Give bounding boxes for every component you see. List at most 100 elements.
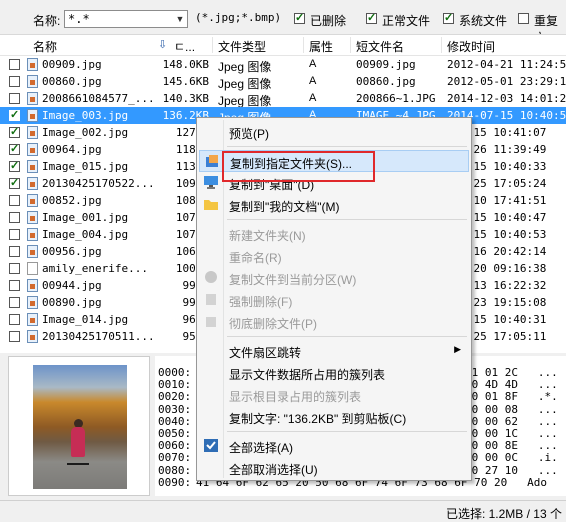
menu-item-label: 全部选择(A)	[229, 441, 293, 455]
image-file-icon	[27, 109, 38, 122]
file-name: Image_015.jpg	[42, 160, 129, 173]
row-checkbox[interactable]	[9, 263, 20, 274]
menu-item[interactable]: 强制删除(F)	[199, 289, 469, 311]
image-file-icon	[27, 296, 38, 309]
row-checkbox[interactable]	[9, 280, 20, 291]
hex-offset: 0040:	[158, 414, 192, 428]
menu-item[interactable]: 新建文件夹(N)	[199, 223, 469, 245]
copy-partition-icon	[204, 271, 218, 284]
file-name: 00944.jpg	[42, 279, 102, 292]
menu-item[interactable]: 复制文件到当前分区(W)	[199, 267, 469, 289]
copy-to-folder-icon	[205, 155, 219, 168]
hex-bytes: 00 4D 4D ...	[465, 378, 558, 392]
image-preview	[8, 356, 150, 496]
table-row[interactable]: 2008661084577_... 140.3KB Jpeg 图像 A 200866~1…	[0, 90, 566, 108]
menu-separator	[227, 431, 467, 432]
image-file-icon	[27, 313, 38, 326]
table-row[interactable]: 00860.jpg 145.6KB Jpeg 图像 A 00860.jpg 2012-05…	[0, 73, 566, 91]
image-file-icon	[27, 228, 38, 241]
hex-bytes: 00 27 10 ...	[465, 463, 558, 477]
hex-bytes: 00 00 0C .i.	[465, 451, 558, 465]
row-checkbox[interactable]	[9, 59, 20, 70]
filter-bar: 名称: *.* ▼ (*.jpg;*.bmp) 已删除 正常文件 系统文件 重复…	[0, 0, 566, 45]
system-files-label: 系统文件	[459, 14, 508, 28]
menu-item[interactable]: 全部取消选择(U)	[199, 457, 469, 479]
file-short-name: 00909.jpg	[356, 58, 416, 71]
image-file-icon	[27, 245, 38, 258]
row-checkbox[interactable]	[9, 76, 20, 87]
menu-item-label: 复制文字: "136.2KB" 到剪贴板(C)	[229, 412, 407, 426]
menu-item[interactable]: 显示根目录占用的簇列表	[199, 384, 469, 406]
row-checkbox[interactable]	[9, 331, 20, 342]
column-type[interactable]: 文件类型	[218, 38, 266, 55]
menu-item[interactable]: 重命名(R)	[199, 245, 469, 267]
hex-offset: 0090:	[158, 475, 192, 489]
menu-item[interactable]: 彻底删除文件(P)	[199, 311, 469, 333]
file-attr: A	[309, 92, 317, 104]
menu-item-label: 复制文件到当前分区(W)	[229, 273, 357, 287]
table-row[interactable]: 00909.jpg 148.0KB Jpeg 图像 A 00909.jpg 2012-04…	[0, 56, 566, 74]
menu-separator	[227, 219, 467, 220]
column-short-name[interactable]: 短文件名	[356, 38, 404, 55]
row-checkbox[interactable]	[9, 212, 20, 223]
menu-item[interactable]: 复制到"我的文档"(M)	[199, 194, 469, 216]
row-checkbox[interactable]	[9, 297, 20, 308]
hex-offset: 0060:	[158, 439, 192, 453]
file-name: 00860.jpg	[42, 75, 102, 88]
column-attr[interactable]: 属性	[309, 38, 333, 55]
column-name[interactable]: 名称	[33, 38, 57, 55]
status-bar: 已选择: 1.2MB / 13 个	[0, 500, 566, 522]
file-short-name: 00860.jpg	[356, 75, 416, 88]
hex-offset: 0000:	[158, 366, 192, 379]
row-checkbox[interactable]	[9, 142, 20, 155]
row-checkbox[interactable]	[9, 159, 20, 172]
column-modified[interactable]: 修改时间	[447, 38, 495, 55]
deleted-checkbox[interactable]	[294, 11, 305, 24]
system-files-checkbox[interactable]	[443, 11, 454, 24]
row-checkbox[interactable]	[9, 246, 20, 257]
file-name: Image_004.jpg	[42, 228, 129, 241]
name-filter-input[interactable]: *.* ▼	[64, 10, 188, 28]
row-checkbox[interactable]	[9, 125, 20, 138]
hex-bytes: 00 00 1C ...	[465, 427, 558, 440]
menu-item-label: 显示文件数据所占用的簇列表	[229, 368, 386, 382]
duplicate-files-checkbox[interactable]	[518, 13, 529, 24]
chevron-down-icon[interactable]: ▼	[175, 13, 185, 25]
image-file-icon	[27, 75, 38, 88]
menu-item-label: 复制到"我的文档"(M)	[229, 200, 340, 214]
menu-item-label: 新建文件夹(N)	[229, 229, 306, 243]
file-name: 00890.jpg	[42, 296, 102, 309]
hex-offset: 0050:	[158, 427, 192, 440]
row-checkbox[interactable]	[9, 176, 20, 189]
column-size[interactable]: ㄷ...	[174, 38, 195, 55]
image-file-icon	[27, 143, 38, 156]
hex-bytes: 00 01 8F .*.	[465, 390, 558, 404]
image-file-icon	[27, 126, 38, 139]
file-name: amily_enerife...	[42, 262, 148, 275]
normal-files-checkbox[interactable]	[366, 11, 377, 24]
image-file-icon	[27, 177, 38, 190]
image-file-icon	[27, 58, 38, 71]
row-checkbox[interactable]	[9, 195, 20, 206]
menu-item[interactable]: 复制文字: "136.2KB" 到剪贴板(C)	[199, 406, 469, 428]
hex-offset: 0010:	[158, 378, 192, 392]
hex-bytes: 00 00 62 ...	[465, 414, 558, 428]
row-checkbox[interactable]	[9, 93, 20, 104]
menu-item[interactable]: 显示文件数据所占用的簇列表	[199, 362, 469, 384]
preview-photo	[33, 365, 127, 489]
row-checkbox[interactable]	[9, 314, 20, 325]
menu-separator	[227, 336, 467, 337]
select-all-icon	[204, 439, 218, 452]
file-name: 00909.jpg	[42, 58, 102, 71]
extension-hint: (*.jpg;*.bmp)	[195, 11, 282, 24]
normal-files-label: 正常文件	[382, 14, 431, 28]
desktop-icon	[204, 176, 218, 189]
menu-item-label: 显示根目录占用的簇列表	[229, 390, 362, 404]
row-checkbox[interactable]	[9, 108, 20, 121]
row-checkbox[interactable]	[9, 229, 20, 240]
menu-item[interactable]: 全部选择(A)	[199, 435, 469, 457]
file-name: Image_014.jpg	[42, 313, 129, 326]
list-header: 名称 ⇩ ㄷ... 文件类型 属性 短文件名 修改时间	[0, 35, 566, 56]
menu-item[interactable]: 文件扇区跳转 ▶	[199, 340, 469, 362]
menu-item[interactable]: 预览(P)	[199, 121, 469, 143]
